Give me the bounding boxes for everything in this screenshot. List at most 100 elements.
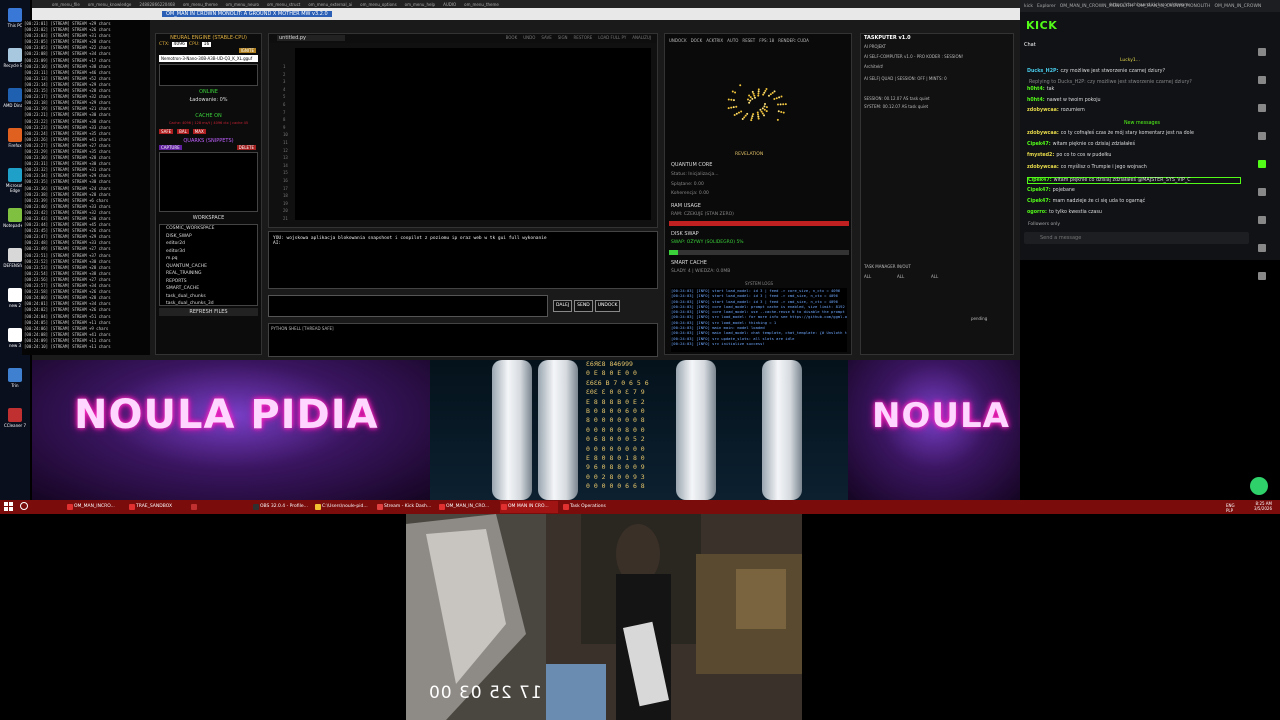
safe-button[interactable]: SAFE	[159, 129, 174, 134]
capture-button[interactable]: CAPTURE	[159, 145, 182, 150]
windows-start-icon[interactable]	[4, 502, 13, 511]
expand-icon[interactable]	[1258, 272, 1266, 280]
top-tab[interactable]: om_menu_external_ai	[308, 2, 352, 7]
bal-button[interactable]: BAL	[177, 129, 189, 134]
top-tab[interactable]: om_menu_struct	[267, 2, 300, 7]
max-button[interactable]: MAX	[192, 129, 206, 134]
ignite-button[interactable]: IGNITE	[238, 48, 256, 53]
browser-tab[interactable]: OM_MAN_IN_CROWN	[1214, 4, 1261, 9]
chat-username[interactable]: zdobywcaa:	[1027, 165, 1059, 170]
taskputer-row[interactable]: pending	[971, 316, 987, 321]
python-shell[interactable]: PYTHON SHELL [THREAD SAFE]	[268, 323, 658, 357]
green-action-button[interactable]	[1250, 477, 1268, 495]
desktop-icon[interactable]: Trin	[2, 368, 28, 388]
taskbar-item[interactable]: C:\Users\noule-pid...	[314, 501, 372, 513]
tree-item[interactable]: editor2d	[160, 240, 257, 248]
top-tab[interactable]: om_menu_file	[52, 2, 80, 7]
taskbar-item[interactable]: Stream - Kick Dash...	[376, 501, 434, 513]
chat-username[interactable]: ogorro:	[1027, 210, 1047, 215]
system-logs[interactable]: [00:24:03] [INFO] start load_model: id 3…	[671, 288, 847, 352]
tree-item[interactable]: QUANTUM_CACHE	[160, 263, 257, 271]
top-tab[interactable]: om_menu_knowledge	[88, 2, 131, 7]
taskbar-item[interactable]	[190, 501, 248, 513]
taskbar-item[interactable]: OM_MAN_IN_CRO...	[438, 501, 496, 513]
taskputer-row[interactable]: ALL	[897, 274, 904, 279]
undock-button[interactable]: UNDOCK	[594, 300, 621, 312]
chat-icon[interactable]	[1258, 160, 1266, 168]
workspace-tree[interactable]: COSMIC_WORKSPACE DISK_SWAP editor2d editor3…	[159, 224, 258, 306]
top-tab[interactable]: 24882866220468	[139, 2, 175, 7]
taskbar-item[interactable]: Task Operations	[562, 501, 620, 513]
top-tab[interactable]: om_menu_neuro	[226, 2, 259, 7]
tree-item[interactable]: DISK_SWAP	[160, 233, 257, 241]
desktop-icon[interactable]: CCleaner 7	[2, 408, 28, 428]
editor-tool-button[interactable]: SAVE	[541, 35, 551, 40]
chat-input[interactable]: Send a message	[1024, 232, 1249, 244]
quantum-tool[interactable]: DOCK	[691, 38, 703, 43]
dale-button[interactable]: DALEJ	[553, 300, 573, 312]
top-tab[interactable]: om_menu_theme	[183, 2, 218, 7]
chat-username[interactable]: h0ht4:	[1027, 98, 1045, 103]
chat-username[interactable]: zdobywcaa:	[1027, 108, 1059, 113]
close-icon[interactable]	[1258, 132, 1266, 140]
top-tab[interactable]: AUDIO	[443, 2, 456, 7]
editor-tool-button[interactable]: UNDO	[523, 35, 535, 40]
tree-item[interactable]: task_dual_chunks	[160, 293, 257, 301]
chat-username[interactable]: fmysted2:	[1027, 153, 1054, 158]
quantum-tool[interactable]: RESET	[742, 38, 755, 43]
taskputer-row[interactable]: ALL	[931, 274, 938, 279]
taskbar-item[interactable]: OBS 32.0.4 - Profile...	[252, 501, 310, 513]
search-icon[interactable]	[20, 502, 28, 510]
ctx-value[interactable]: 4096	[171, 42, 187, 47]
language-indicator[interactable]: ENG PLP	[1226, 503, 1240, 513]
delete-button[interactable]: DELETE	[236, 145, 256, 150]
send-button[interactable]: SEND	[574, 300, 593, 312]
quantum-tool[interactable]: RENDER: CUDA	[778, 38, 809, 43]
taskbar-item[interactable]: TRAE_SANDBOX	[128, 501, 186, 513]
quantum-tool[interactable]: AUTO	[727, 38, 738, 43]
top-tab[interactable]: om_menu_theme	[464, 2, 499, 7]
settings-icon[interactable]	[1258, 48, 1266, 56]
edit-icon[interactable]	[1258, 216, 1266, 224]
tree-item[interactable]: COSMIC_WORKSPACE	[160, 225, 257, 233]
stream-log[interactable]: [00:23:01] [STREAM] STREAM +29 chars [00:…	[22, 20, 150, 355]
browser-tab[interactable]: Explorer	[1037, 4, 1056, 9]
code-text-area[interactable]	[295, 48, 651, 220]
top-tab[interactable]: om_menu_help	[405, 2, 435, 7]
tree-item[interactable]: SMART_CACHE	[160, 285, 257, 293]
chat-username[interactable]: Cipek47:	[1028, 178, 1052, 183]
star-icon[interactable]	[1258, 188, 1266, 196]
editor-tool-button[interactable]: LOAD FULL PY	[598, 35, 626, 40]
chat-username[interactable]: zdobywcaa:	[1027, 131, 1059, 136]
chat-username[interactable]: Cipek47:	[1027, 188, 1051, 193]
cpu-value[interactable]: 16	[201, 42, 212, 47]
chat-username[interactable]: Ducks_H2P:	[1027, 69, 1058, 74]
editor-tool-button[interactable]: BOOK	[506, 35, 518, 40]
tree-item[interactable]: task_dual_chunks_3d	[160, 300, 257, 305]
top-tab[interactable]: om_menu_options	[360, 2, 397, 7]
editor-tool-button[interactable]: RESTORE	[574, 35, 593, 40]
chat-username[interactable]: Cipek47:	[1027, 199, 1051, 204]
taskbar-item[interactable]: OM MAN IN CRO...	[500, 501, 558, 513]
link-icon[interactable]	[1258, 104, 1266, 112]
refresh-files-button[interactable]: REFRESH FILES	[159, 308, 258, 316]
tree-item[interactable]: REPORTS	[160, 278, 257, 286]
tree-item[interactable]: m.pq	[160, 255, 257, 263]
ai-prompt-input[interactable]	[268, 295, 548, 317]
chat-username[interactable]: Cipek47:	[1027, 142, 1051, 147]
user-icon[interactable]	[1258, 76, 1266, 84]
editor-tool-button[interactable]: SIGN	[558, 35, 568, 40]
editor-tool-button[interactable]: ANALIZUJ	[632, 35, 651, 40]
tools-icon[interactable]	[1258, 244, 1266, 252]
model-select[interactable]: Nemotron-3-Nano-30B-A3B-UD-Q3_K_XL.gguf	[159, 55, 258, 62]
quarks-list[interactable]	[159, 152, 258, 212]
browser-tab[interactable]: kick	[1024, 4, 1033, 9]
tree-item[interactable]: REAL_TRAINING	[160, 270, 257, 278]
taskbar-item[interactable]: OM_MAN_INCRO...	[66, 501, 124, 513]
quantum-tool[interactable]: ACKTRIX	[706, 38, 723, 43]
chat-username[interactable]: h0ht4:	[1027, 87, 1045, 92]
taskputer-row[interactable]: ALL	[864, 274, 871, 279]
editor-filename[interactable]: untitled.py	[277, 35, 345, 41]
tree-item[interactable]: editor3d	[160, 248, 257, 256]
quantum-tool[interactable]: UNDOCK	[669, 38, 687, 43]
